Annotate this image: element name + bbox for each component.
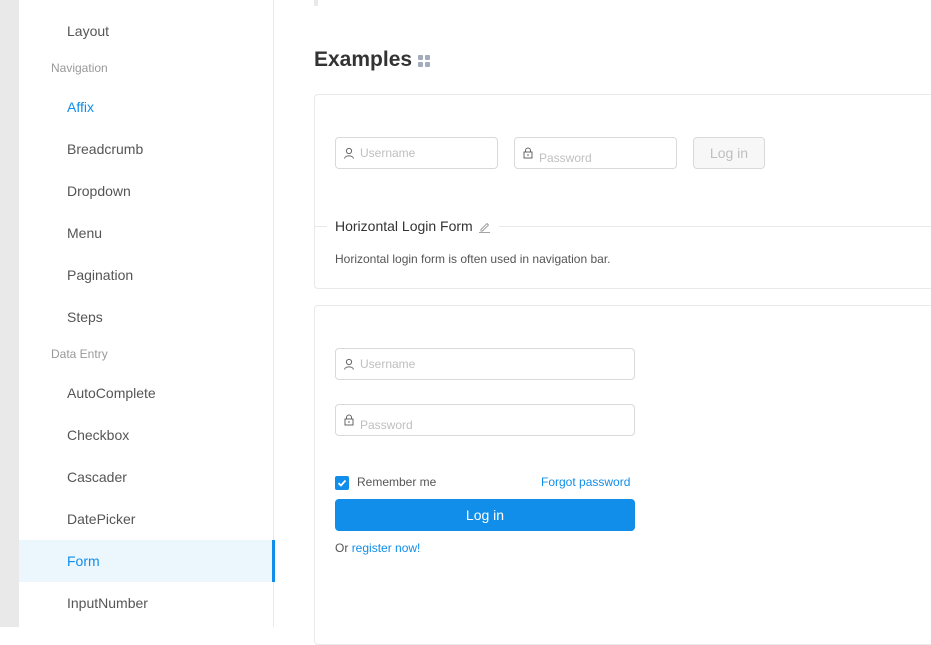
- normal-login-demo: Username Password Remember me Forgot pas…: [314, 305, 931, 645]
- register-prompt: Or register now!: [335, 541, 420, 555]
- remember-me-checkbox[interactable]: [335, 476, 349, 490]
- lock-icon: [523, 147, 533, 159]
- sidebar-item-affix[interactable]: Affix: [19, 86, 274, 128]
- username-input[interactable]: Username: [335, 348, 635, 380]
- sidebar-item-inputnumber[interactable]: InputNumber: [19, 582, 274, 624]
- demo-title-text: Horizontal Login Form: [335, 218, 473, 234]
- sidebar-item-pagination[interactable]: Pagination: [19, 254, 274, 296]
- user-icon: [344, 358, 354, 370]
- or-text: Or: [335, 541, 349, 555]
- demo-description: Horizontal login form is often used in n…: [335, 252, 611, 266]
- lock-icon: [344, 414, 354, 426]
- sidebar-group-navigation: Navigation: [51, 61, 108, 75]
- login-button-disabled[interactable]: Log in: [693, 137, 765, 169]
- examples-title: Examples: [314, 48, 413, 71]
- username-placeholder: Username: [360, 357, 416, 371]
- sidebar-item-checkbox[interactable]: Checkbox: [19, 414, 274, 456]
- sidebar-group-data-entry: Data Entry: [51, 347, 108, 361]
- sidebar-item-cascader[interactable]: Cascader: [19, 456, 274, 498]
- password-input[interactable]: Password: [335, 404, 635, 436]
- demo-title: Horizontal Login Form: [327, 218, 499, 234]
- examples-heading: Examples: [314, 48, 431, 72]
- expand-all-icon[interactable]: [418, 55, 431, 67]
- sidebar-item-autocomplete[interactable]: AutoComplete: [19, 372, 274, 414]
- sidebar-item-menu[interactable]: Menu: [19, 212, 274, 254]
- username-placeholder: Username: [360, 146, 416, 160]
- sidebar-item-breadcrumb[interactable]: Breadcrumb: [19, 128, 274, 170]
- username-input[interactable]: Username: [335, 137, 498, 169]
- page-gutter: [0, 0, 19, 627]
- password-placeholder: Password: [360, 418, 413, 432]
- edit-icon[interactable]: [478, 220, 491, 233]
- sidebar-menu: Layout Navigation Affix Breadcrumb Dropd…: [19, 0, 275, 627]
- forgot-password-link[interactable]: Forgot password: [541, 475, 630, 489]
- password-placeholder: Password: [539, 151, 592, 165]
- sidebar-item-dropdown[interactable]: Dropdown: [19, 170, 274, 212]
- password-input[interactable]: Password: [514, 137, 677, 169]
- checkmark-icon: [337, 479, 347, 487]
- sidebar-item-steps[interactable]: Steps: [19, 296, 274, 338]
- main-content: Examples Username Password Log in Horizo…: [274, 0, 931, 645]
- horizontal-login-demo: Username Password Log in Horizontal Logi…: [314, 94, 931, 289]
- sidebar-item-layout[interactable]: Layout: [19, 10, 274, 52]
- user-icon: [344, 147, 354, 159]
- sidebar-item-form[interactable]: Form: [19, 540, 275, 582]
- login-button[interactable]: Log in: [335, 499, 635, 531]
- blockquote-bar: [314, 0, 318, 6]
- sidebar-item-datepicker[interactable]: DatePicker: [19, 498, 274, 540]
- remember-me-label[interactable]: Remember me: [357, 475, 436, 489]
- register-link[interactable]: register now!: [352, 541, 421, 555]
